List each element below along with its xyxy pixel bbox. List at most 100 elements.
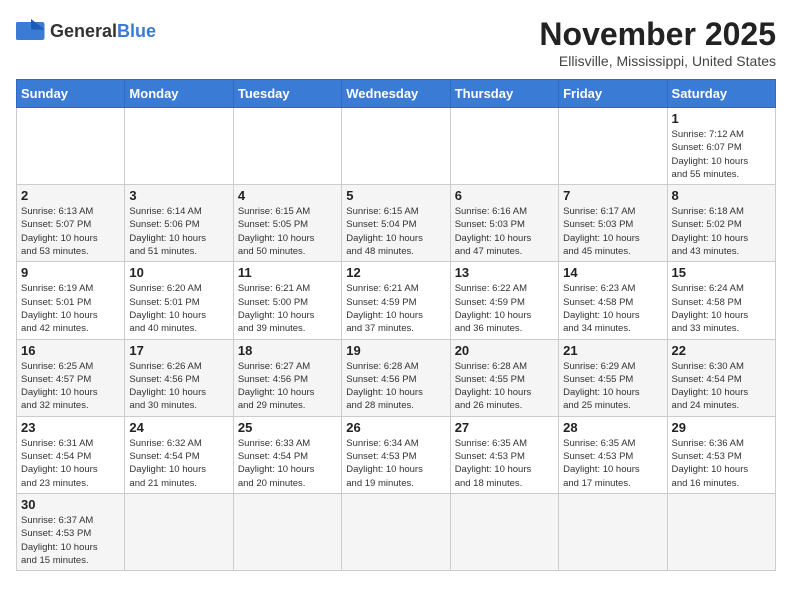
day-number: 6 (455, 188, 554, 203)
calendar-day-cell: 27 Sunrise: 6:35 AM Sunset: 4:53 PM Dayli… (450, 416, 558, 493)
day-number: 11 (238, 265, 337, 280)
calendar-table: SundayMondayTuesdayWednesdayThursdayFrid… (16, 79, 776, 571)
day-number: 18 (238, 343, 337, 358)
day-info: Sunrise: 6:32 AM Sunset: 4:54 PM Dayligh… (129, 437, 228, 490)
day-info: Sunrise: 6:35 AM Sunset: 4:53 PM Dayligh… (455, 437, 554, 490)
calendar-day-cell: 1 Sunrise: 7:12 AM Sunset: 6:07 PM Daylig… (667, 108, 775, 185)
day-info: Sunrise: 6:22 AM Sunset: 4:59 PM Dayligh… (455, 282, 554, 335)
day-number: 7 (563, 188, 662, 203)
day-info: Sunrise: 6:24 AM Sunset: 4:58 PM Dayligh… (672, 282, 771, 335)
calendar-day-cell (342, 108, 450, 185)
calendar-day-cell: 14Sunrise: 6:23 AM Sunset: 4:58 PM Dayli… (559, 262, 667, 339)
day-number: 9 (21, 265, 120, 280)
calendar-day-cell: 25Sunrise: 6:33 AM Sunset: 4:54 PM Dayli… (233, 416, 341, 493)
title-area: November 2025 Ellisville, Mississippi, U… (539, 16, 776, 69)
day-number: 23 (21, 420, 120, 435)
calendar-day-cell (17, 108, 125, 185)
calendar-day-cell: 21 Sunrise: 6:29 AM Sunset: 4:55 PM Dayli… (559, 339, 667, 416)
day-info: Sunrise: 7:12 AM Sunset: 6:07 PM Dayligh… (672, 128, 771, 181)
day-info: Sunrise: 6:18 AM Sunset: 5:02 PM Dayligh… (672, 205, 771, 258)
month-year-title: November 2025 (539, 16, 776, 53)
calendar-day-cell: 20Sunrise: 6:28 AM Sunset: 4:55 PM Dayli… (450, 339, 558, 416)
calendar-day-cell (342, 493, 450, 570)
day-number: 16 (21, 343, 120, 358)
day-number: 2 (21, 188, 120, 203)
day-info: Sunrise: 6:19 AM Sunset: 5:01 PM Dayligh… (21, 282, 120, 335)
calendar-day-cell: 4 Sunrise: 6:15 AM Sunset: 5:05 PM Daylig… (233, 185, 341, 262)
day-number: 30 (21, 497, 120, 512)
col-header-friday: Friday (559, 80, 667, 108)
day-number: 29 (672, 420, 771, 435)
generalblue-logo-icon (16, 16, 46, 46)
logo-general: General (50, 21, 117, 41)
calendar-week-row: 23 Sunrise: 6:31 AM Sunset: 4:54 PM Dayli… (17, 416, 776, 493)
day-info: Sunrise: 6:16 AM Sunset: 5:03 PM Dayligh… (455, 205, 554, 258)
calendar-day-cell: 10 Sunrise: 6:20 AM Sunset: 5:01 PM Dayli… (125, 262, 233, 339)
calendar-day-cell (450, 493, 558, 570)
day-info: Sunrise: 6:35 AM Sunset: 4:53 PM Dayligh… (563, 437, 662, 490)
day-number: 20 (455, 343, 554, 358)
calendar-day-cell: 17 Sunrise: 6:26 AM Sunset: 4:56 PM Dayli… (125, 339, 233, 416)
day-number: 14 (563, 265, 662, 280)
calendar-week-row: 16Sunrise: 6:25 AM Sunset: 4:57 PM Dayli… (17, 339, 776, 416)
calendar-week-row: 30 Sunrise: 6:37 AM Sunset: 4:53 PM Dayli… (17, 493, 776, 570)
day-number: 27 (455, 420, 554, 435)
day-info: Sunrise: 6:26 AM Sunset: 4:56 PM Dayligh… (129, 360, 228, 413)
day-info: Sunrise: 6:13 AM Sunset: 5:07 PM Dayligh… (21, 205, 120, 258)
day-number: 21 (563, 343, 662, 358)
calendar-day-cell: 15 Sunrise: 6:24 AM Sunset: 4:58 PM Dayli… (667, 262, 775, 339)
calendar-day-cell: 6 Sunrise: 6:16 AM Sunset: 5:03 PM Daylig… (450, 185, 558, 262)
calendar-day-cell: 29Sunrise: 6:36 AM Sunset: 4:53 PM Dayli… (667, 416, 775, 493)
calendar-day-cell (233, 108, 341, 185)
day-number: 24 (129, 420, 228, 435)
day-info: Sunrise: 6:31 AM Sunset: 4:54 PM Dayligh… (21, 437, 120, 490)
col-header-tuesday: Tuesday (233, 80, 341, 108)
day-info: Sunrise: 6:33 AM Sunset: 4:54 PM Dayligh… (238, 437, 337, 490)
day-number: 8 (672, 188, 771, 203)
day-info: Sunrise: 6:14 AM Sunset: 5:06 PM Dayligh… (129, 205, 228, 258)
header: GeneralBlue November 2025 Ellisville, Mi… (16, 16, 776, 69)
calendar-day-cell: 23 Sunrise: 6:31 AM Sunset: 4:54 PM Dayli… (17, 416, 125, 493)
day-info: Sunrise: 6:21 AM Sunset: 5:00 PM Dayligh… (238, 282, 337, 335)
day-number: 12 (346, 265, 445, 280)
calendar-header-row: SundayMondayTuesdayWednesdayThursdayFrid… (17, 80, 776, 108)
day-info: Sunrise: 6:29 AM Sunset: 4:55 PM Dayligh… (563, 360, 662, 413)
day-info: Sunrise: 6:15 AM Sunset: 5:04 PM Dayligh… (346, 205, 445, 258)
calendar-day-cell: 19 Sunrise: 6:28 AM Sunset: 4:56 PM Dayli… (342, 339, 450, 416)
day-number: 1 (672, 111, 771, 126)
calendar-day-cell: 5Sunrise: 6:15 AM Sunset: 5:04 PM Daylig… (342, 185, 450, 262)
day-number: 4 (238, 188, 337, 203)
calendar-day-cell (559, 108, 667, 185)
calendar-day-cell: 3Sunrise: 6:14 AM Sunset: 5:06 PM Daylig… (125, 185, 233, 262)
col-header-thursday: Thursday (450, 80, 558, 108)
calendar-day-cell: 28 Sunrise: 6:35 AM Sunset: 4:53 PM Dayli… (559, 416, 667, 493)
calendar-day-cell: 9 Sunrise: 6:19 AM Sunset: 5:01 PM Daylig… (17, 262, 125, 339)
day-info: Sunrise: 6:17 AM Sunset: 5:03 PM Dayligh… (563, 205, 662, 258)
day-number: 15 (672, 265, 771, 280)
day-number: 17 (129, 343, 228, 358)
calendar-week-row: 9 Sunrise: 6:19 AM Sunset: 5:01 PM Daylig… (17, 262, 776, 339)
logo-blue: Blue (117, 21, 156, 41)
calendar-day-cell (233, 493, 341, 570)
calendar-week-row: 2 Sunrise: 6:13 AM Sunset: 5:07 PM Daylig… (17, 185, 776, 262)
day-number: 26 (346, 420, 445, 435)
calendar-day-cell (450, 108, 558, 185)
day-number: 28 (563, 420, 662, 435)
col-header-sunday: Sunday (17, 80, 125, 108)
day-info: Sunrise: 6:37 AM Sunset: 4:53 PM Dayligh… (21, 514, 120, 567)
day-info: Sunrise: 6:34 AM Sunset: 4:53 PM Dayligh… (346, 437, 445, 490)
calendar-week-row: 1 Sunrise: 7:12 AM Sunset: 6:07 PM Daylig… (17, 108, 776, 185)
day-info: Sunrise: 6:30 AM Sunset: 4:54 PM Dayligh… (672, 360, 771, 413)
col-header-saturday: Saturday (667, 80, 775, 108)
day-info: Sunrise: 6:15 AM Sunset: 5:05 PM Dayligh… (238, 205, 337, 258)
day-number: 19 (346, 343, 445, 358)
calendar-day-cell: 13Sunrise: 6:22 AM Sunset: 4:59 PM Dayli… (450, 262, 558, 339)
day-info: Sunrise: 6:28 AM Sunset: 4:56 PM Dayligh… (346, 360, 445, 413)
day-number: 22 (672, 343, 771, 358)
day-info: Sunrise: 6:20 AM Sunset: 5:01 PM Dayligh… (129, 282, 228, 335)
day-number: 10 (129, 265, 228, 280)
day-info: Sunrise: 6:21 AM Sunset: 4:59 PM Dayligh… (346, 282, 445, 335)
calendar-day-cell: 8 Sunrise: 6:18 AM Sunset: 5:02 PM Daylig… (667, 185, 775, 262)
col-header-monday: Monday (125, 80, 233, 108)
calendar-day-cell (559, 493, 667, 570)
